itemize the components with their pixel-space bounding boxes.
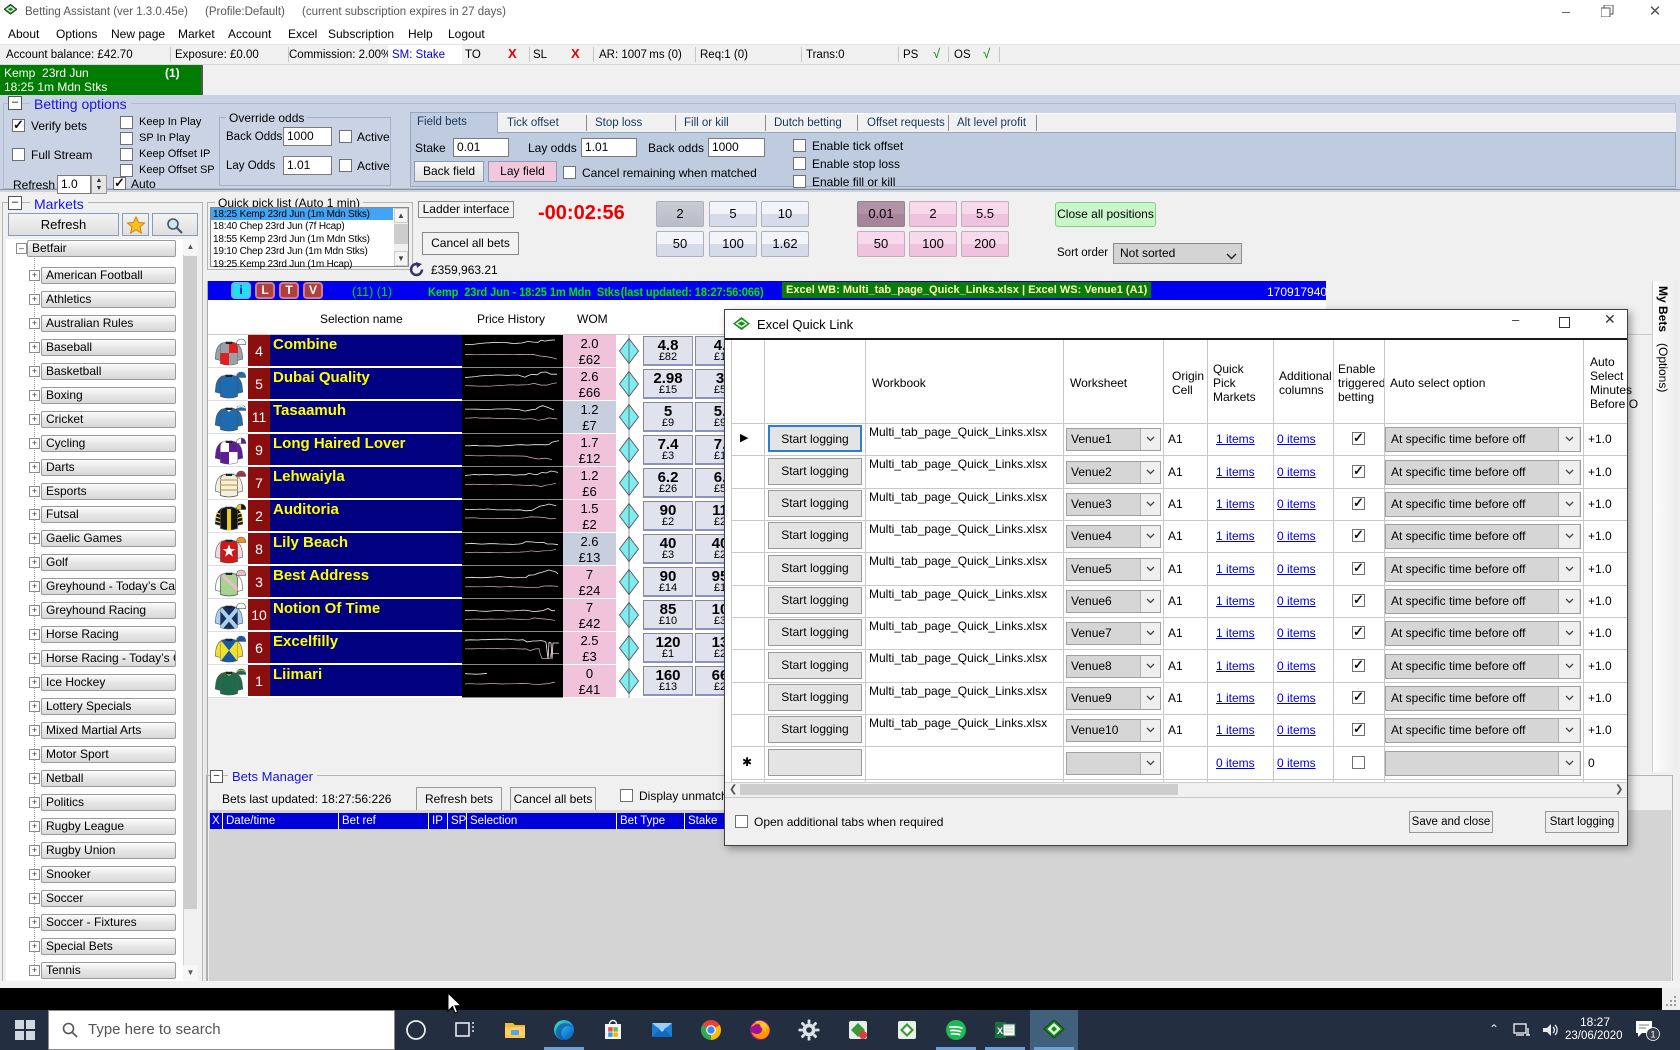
svg-text:X: X [997,1026,1003,1036]
svg-text:1: 1 [1650,1030,1655,1040]
